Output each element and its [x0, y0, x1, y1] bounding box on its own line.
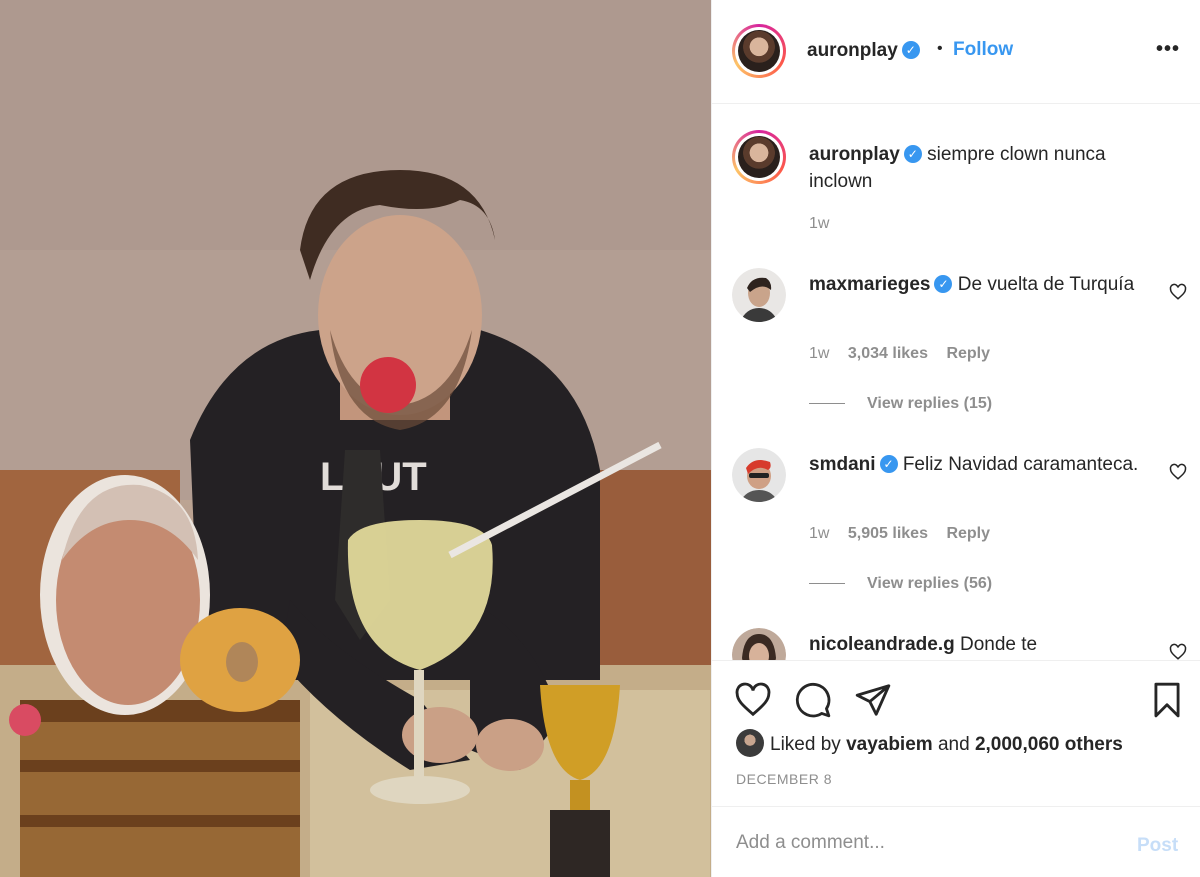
bookmark-icon[interactable]: [1148, 681, 1186, 719]
caption: auronplay ✓ siempre clown nunca inclown: [809, 141, 1159, 195]
caption-username[interactable]: auronplay: [809, 144, 900, 165]
comment-like-heart-icon[interactable]: [1169, 463, 1187, 481]
post-side-panel: auronplay ✓ • Follow ••• auronplay ✓ siemp…: [711, 0, 1200, 877]
author-avatar[interactable]: [732, 24, 786, 78]
comment-avatar[interactable]: [732, 268, 786, 322]
add-comment-input[interactable]: [736, 829, 1096, 857]
more-options-icon[interactable]: •••: [1156, 38, 1180, 61]
replies-divider: [809, 583, 845, 585]
comment-likes[interactable]: 5,905 likes: [848, 525, 928, 542]
comment-meta: 1w 3,034 likes Reply: [809, 345, 991, 362]
comment-meta: 1w 5,905 likes Reply: [809, 525, 991, 542]
author-username[interactable]: auronplay ✓: [807, 40, 920, 62]
liker-username[interactable]: vayabiem: [846, 734, 933, 755]
view-replies-button[interactable]: View replies (15): [809, 395, 992, 413]
comment-like-heart-icon[interactable]: [1169, 643, 1187, 660]
post-header: auronplay ✓ • Follow •••: [712, 0, 1200, 104]
comment-username[interactable]: nicoleandrade.g: [809, 634, 955, 655]
post-actions: Liked by vayabiem and 2,000,060 others D…: [712, 660, 1200, 805]
caption-avatar[interactable]: [732, 130, 786, 184]
verified-badge-icon: ✓: [879, 454, 898, 473]
reply-button[interactable]: Reply: [946, 525, 990, 542]
post-comment-button[interactable]: Post: [1137, 835, 1178, 857]
follow-button[interactable]: Follow: [953, 39, 1013, 61]
photo-illustration: LCUT: [0, 0, 711, 877]
comment-text: maxmarieges ✓ De vuelta de Turquía: [809, 274, 1135, 295]
comment-text: smdani ✓ Feliz Navidad caramanteca.: [809, 454, 1139, 475]
comment-likes[interactable]: 3,034 likes: [848, 345, 928, 362]
heart-icon[interactable]: [734, 681, 772, 719]
comments-list[interactable]: auronplay ✓ siempre clown nunca inclown 1…: [712, 105, 1200, 660]
likes-count-link[interactable]: 2,000,060 others: [975, 734, 1123, 755]
verified-badge-icon: ✓: [903, 144, 922, 163]
caption-meta: 1w: [809, 215, 843, 233]
liker-avatar[interactable]: [736, 729, 764, 757]
reply-button[interactable]: Reply: [946, 345, 990, 362]
paper-plane-icon[interactable]: [854, 681, 892, 719]
comment-username[interactable]: smdani: [809, 454, 876, 475]
likes-summary: Liked by vayabiem and 2,000,060 others: [736, 729, 1123, 759]
comment-avatar[interactable]: [732, 448, 786, 502]
comment-avatar[interactable]: [732, 628, 786, 660]
comment-icon[interactable]: [794, 681, 832, 719]
header-separator: •: [937, 40, 943, 57]
caption-time: 1w: [809, 215, 830, 232]
verified-badge-icon: ✓: [934, 274, 953, 293]
post-photo[interactable]: LCUT: [0, 0, 711, 877]
view-replies-button[interactable]: View replies (56): [809, 575, 992, 593]
replies-divider: [809, 403, 845, 405]
verified-badge-icon: ✓: [901, 40, 920, 59]
comment-text: nicoleandrade.g Donde te: [809, 634, 1038, 655]
comment-like-heart-icon[interactable]: [1169, 283, 1187, 301]
post-date[interactable]: DECEMBER 8: [736, 771, 832, 787]
comment-username[interactable]: maxmarieges: [809, 274, 930, 295]
add-comment-bar: Post: [712, 806, 1200, 877]
